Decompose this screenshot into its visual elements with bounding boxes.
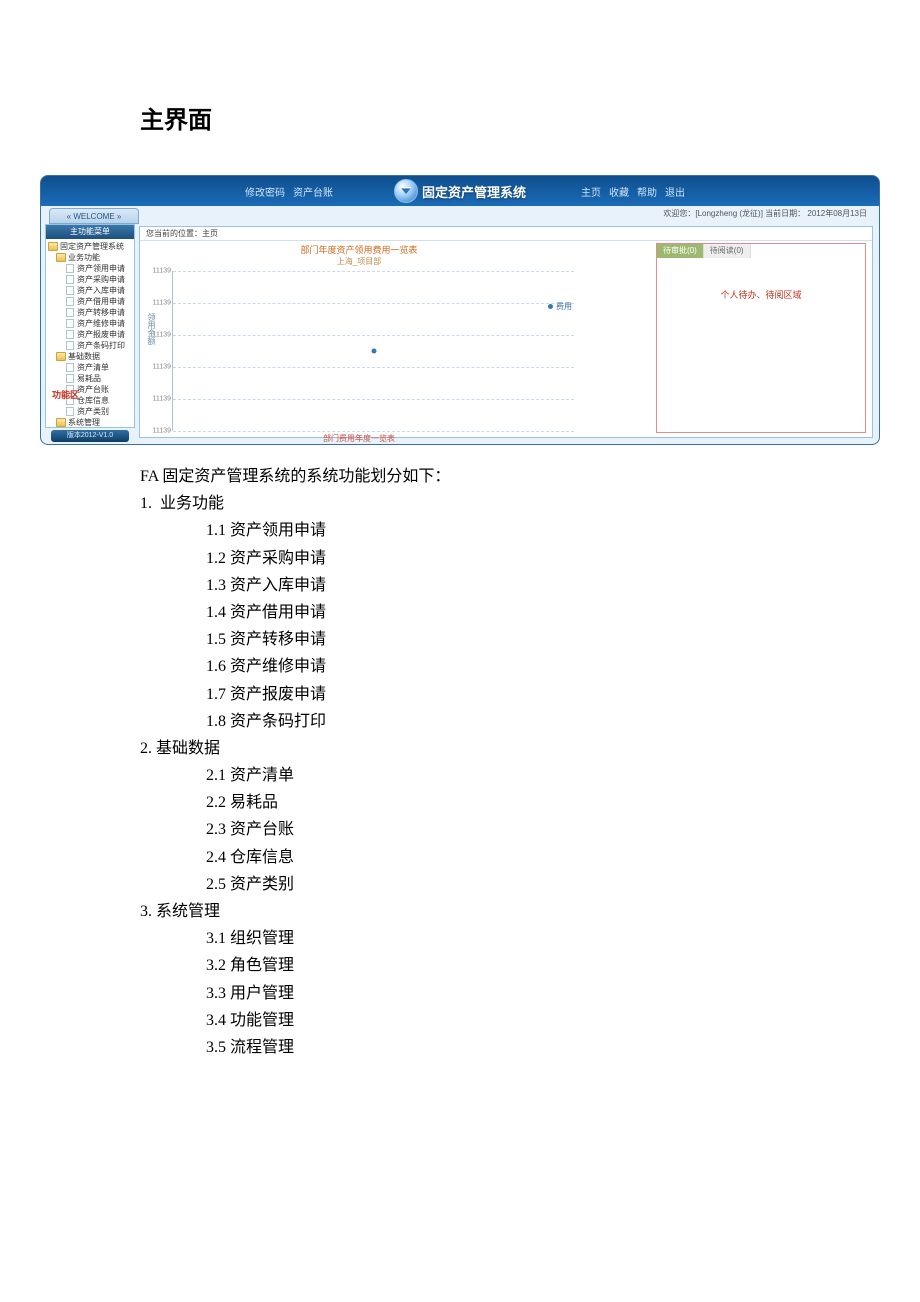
version-bar: 版本2012-V1.0 xyxy=(51,430,129,442)
todo-tabs: 待审批(0) 待阅读(0) xyxy=(657,244,865,258)
function-area-label: 功能区 xyxy=(52,388,79,401)
tree-item[interactable]: 资产清单 xyxy=(48,362,132,373)
doc-l1-7: 1.7 资产报废申请 xyxy=(140,681,880,708)
link-favorite[interactable]: 收藏 xyxy=(609,184,629,199)
doc-l3-5: 3.5 流程管理 xyxy=(140,1034,880,1061)
doc-l3: 3. 系统管理 xyxy=(140,898,880,925)
doc-l3-4: 3.4 功能管理 xyxy=(140,1007,880,1034)
doc-l1-4: 1.4 资产借用申请 xyxy=(140,599,880,626)
main-panel: 您当前的位置：主页 部门年度资产领用费用一览表 上海_项目部 领用金额 1113… xyxy=(139,226,873,438)
chart-plot: 11139 11139 11139 11139 11139 11139 xyxy=(172,271,574,431)
todo-body-label: 个人待办、待阅区域 xyxy=(657,258,865,331)
chart-y-tick: 11139 xyxy=(147,428,171,435)
doc-l2-1: 2.1 资产清单 xyxy=(140,762,880,789)
tree-group-basedata[interactable]: 基础数据 xyxy=(48,351,132,362)
top-right-links: 主页 收藏 帮助 退出 xyxy=(581,176,685,206)
doc-l1-5: 1.5 资产转移申请 xyxy=(140,626,880,653)
system-logo-icon xyxy=(394,179,418,203)
doc-l1: 1. 业务功能 xyxy=(140,490,880,517)
breadcrumb: 您当前的位置：主页 xyxy=(140,227,872,241)
doc-l1-6: 1.6 资产维修申请 xyxy=(140,653,880,680)
app-screenshot: 修改密码 资产台账 固定资产管理系统 主页 收藏 帮助 退出 « WELCOME… xyxy=(40,175,880,445)
link-asset-ledger[interactable]: 资产台账 xyxy=(293,184,333,199)
tree-item[interactable]: 资产维修申请 xyxy=(48,318,132,329)
chart-caption: 部门费用年度一览表 xyxy=(144,433,574,444)
legend-marker-icon xyxy=(548,304,553,309)
chart-y-tick: 11139 xyxy=(147,364,171,371)
chart-legend: 费用 xyxy=(548,301,572,312)
doc-l2-2: 2.2 易耗品 xyxy=(140,789,880,816)
page-heading: 主界面 xyxy=(140,100,880,135)
link-help[interactable]: 帮助 xyxy=(637,184,657,199)
chart-data-point xyxy=(371,349,376,354)
doc-l1-2: 1.2 资产采购申请 xyxy=(140,545,880,572)
doc-l1-1: 1.1 资产领用申请 xyxy=(140,517,880,544)
system-title: 固定资产管理系统 xyxy=(422,182,526,201)
doc-l2: 2. 基础数据 xyxy=(140,735,880,762)
tab-pending-approve[interactable]: 待审批(0) xyxy=(657,244,704,258)
chart-y-tick: 11139 xyxy=(147,300,171,307)
doc-l1-8: 1.8 资产条码打印 xyxy=(140,708,880,735)
link-logout[interactable]: 退出 xyxy=(665,184,685,199)
doc-l1-3: 1.3 资产入库申请 xyxy=(140,572,880,599)
top-bar: 修改密码 资产台账 固定资产管理系统 主页 收藏 帮助 退出 xyxy=(41,176,879,206)
top-center: 固定资产管理系统 xyxy=(41,176,879,206)
tree-item[interactable]: 易耗品 xyxy=(48,373,132,384)
todo-panel: 待审批(0) 待阅读(0) 个人待办、待阅区域 xyxy=(656,243,866,433)
doc-l2-3: 2.3 资产台账 xyxy=(140,816,880,843)
doc-intro: FA 固定资产管理系统的系统功能划分如下： xyxy=(140,463,880,490)
left-panel-header: 主功能菜单 xyxy=(46,225,134,239)
tree-item[interactable]: 资产转移申请 xyxy=(48,307,132,318)
welcome-tab[interactable]: « WELCOME » xyxy=(49,208,139,224)
doc-l3-3: 3.3 用户管理 xyxy=(140,980,880,1007)
tree-item[interactable]: 资产领用申请 xyxy=(48,263,132,274)
status-bar: 欢迎您：[Longzheng (龙征)] 当前日期： 2012年08月13日 xyxy=(141,208,873,222)
link-home[interactable]: 主页 xyxy=(581,184,601,199)
doc-l2-4: 2.4 仓库信息 xyxy=(140,844,880,871)
tree-item[interactable]: 资产借用申请 xyxy=(48,296,132,307)
tree-item[interactable]: 资产入库申请 xyxy=(48,285,132,296)
tree-item[interactable]: 资产类别 xyxy=(48,406,132,417)
tab-pending-read[interactable]: 待阅读(0) xyxy=(704,244,751,258)
chart-x-tick: 201208 xyxy=(144,444,574,445)
doc-l2-5: 2.5 资产类别 xyxy=(140,871,880,898)
chart-y-axis-label: 领用金额 xyxy=(146,313,157,345)
tree-group-system[interactable]: 系统管理 xyxy=(48,417,132,428)
left-panel: 主功能菜单 固定资产管理系统 业务功能 资产领用申请 资产采购申请 资产入库申请… xyxy=(45,224,135,428)
link-change-password[interactable]: 修改密码 xyxy=(245,184,285,199)
chart-y-tick: 11139 xyxy=(147,396,171,403)
chart-y-tick: 11139 xyxy=(147,332,171,339)
doc-outline: FA 固定资产管理系统的系统功能划分如下： 1. 业务功能 1.1 资产领用申请… xyxy=(140,463,880,1061)
tree-item[interactable]: 资产报废申请 xyxy=(48,329,132,340)
tree-item[interactable]: 资产条码打印 xyxy=(48,340,132,351)
tree-group-business[interactable]: 业务功能 xyxy=(48,252,132,263)
doc-l3-1: 3.1 组织管理 xyxy=(140,925,880,952)
doc-l3-2: 3.2 角色管理 xyxy=(140,952,880,979)
chart-y-tick: 11139 xyxy=(147,268,171,275)
legend-label: 费用 xyxy=(556,301,572,312)
tree-root[interactable]: 固定资产管理系统 xyxy=(48,241,132,252)
chart-title: 部门年度资产领用费用一览表 xyxy=(144,243,574,256)
chart-subtitle: 上海_项目部 xyxy=(144,256,574,267)
top-left-links: 修改密码 资产台账 xyxy=(245,176,333,206)
chart-area: 部门年度资产领用费用一览表 上海_项目部 领用金额 11139 11139 11… xyxy=(144,243,574,433)
nav-tree: 固定资产管理系统 业务功能 资产领用申请 资产采购申请 资产入库申请 资产借用申… xyxy=(46,239,134,430)
tree-item[interactable]: 资产采购申请 xyxy=(48,274,132,285)
